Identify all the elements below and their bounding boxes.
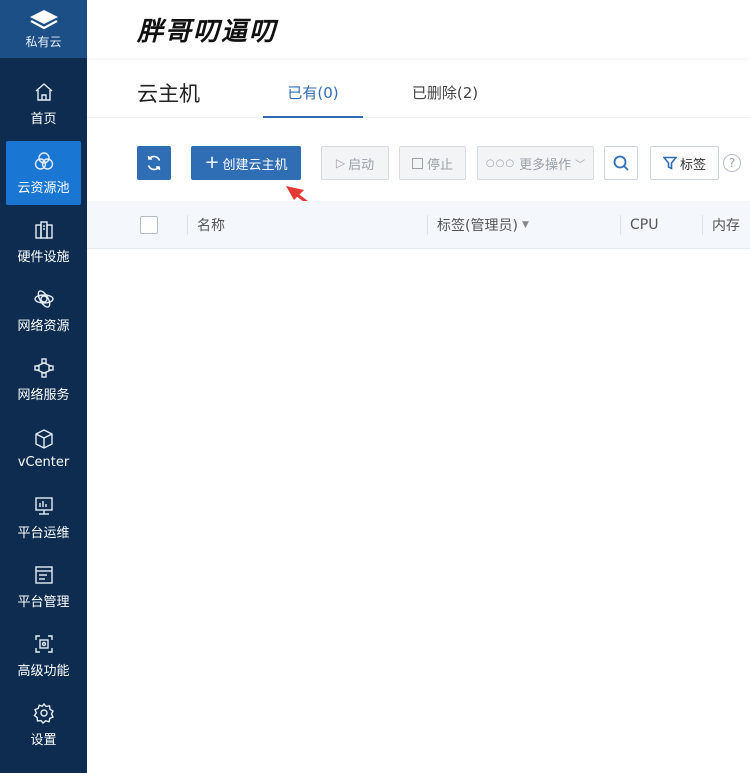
sidebar-nav: 首页 云资源池 硬件设施 网络资源 网络服务 vCenter 平台运维 平台管理… bbox=[0, 58, 87, 757]
home-icon bbox=[35, 83, 52, 101]
resource-pool-icon bbox=[34, 152, 53, 170]
ellipsis-icon: ○○○ bbox=[485, 157, 516, 169]
refresh-icon bbox=[147, 155, 161, 171]
start-label: 启动 bbox=[348, 157, 375, 173]
sidebar-item-label: vCenter bbox=[17, 455, 70, 470]
sidebar-item-label: 网络资源 bbox=[17, 319, 70, 334]
column-tags[interactable]: 标签(管理员) ▼ bbox=[437, 201, 529, 249]
tab-deleted[interactable]: 已删除(2) bbox=[405, 82, 485, 118]
table-header: 名称 标签(管理员) ▼ CPU 内存 bbox=[87, 201, 750, 249]
select-all-checkbox[interactable] bbox=[140, 216, 158, 234]
tag-filter-button[interactable]: 标签 bbox=[650, 146, 719, 180]
search-icon bbox=[613, 155, 629, 171]
sidebar-item-label: 平台管理 bbox=[17, 595, 70, 610]
sidebar-item-network-service[interactable]: 网络服务 bbox=[6, 348, 81, 412]
cube-icon bbox=[34, 429, 53, 449]
plus-icon: + bbox=[204, 152, 220, 173]
brand[interactable]: 私有云 bbox=[0, 0, 87, 58]
create-vm-label: 创建云主机 bbox=[222, 157, 288, 173]
start-button[interactable]: ▷ 启动 bbox=[321, 146, 389, 180]
column-cpu[interactable]: CPU bbox=[630, 201, 658, 249]
column-divider bbox=[187, 215, 188, 235]
tag-filter-label: 标签 bbox=[679, 157, 706, 173]
column-name-label: 名称 bbox=[197, 218, 225, 234]
sidebar-item-label: 设置 bbox=[30, 733, 57, 748]
sidebar-item-resource-pool[interactable]: 云资源池 bbox=[6, 141, 81, 205]
filter-icon bbox=[662, 156, 677, 170]
layers-logo-icon bbox=[29, 9, 58, 29]
sidebar-item-label: 平台运维 bbox=[17, 526, 70, 541]
help-icon[interactable]: ? bbox=[723, 154, 741, 172]
window-icon bbox=[34, 566, 53, 584]
chevron-down-icon: ﹀ bbox=[575, 159, 586, 171]
monitor-icon bbox=[34, 497, 53, 515]
sidebar-item-label: 网络服务 bbox=[17, 388, 70, 403]
refresh-button[interactable] bbox=[137, 146, 171, 180]
sidebar-item-home[interactable]: 首页 bbox=[6, 72, 81, 136]
sidebar-item-label: 高级功能 bbox=[17, 664, 70, 679]
sidebar-item-network-resource[interactable]: 网络资源 bbox=[6, 279, 81, 343]
page-title: 云主机 bbox=[137, 82, 200, 106]
sidebar-item-platform-admin[interactable]: 平台管理 bbox=[6, 555, 81, 619]
brand-label: 私有云 bbox=[25, 34, 62, 49]
sidebar-item-label: 云资源池 bbox=[17, 181, 70, 196]
sidebar-item-settings[interactable]: 设置 bbox=[6, 693, 81, 757]
search-button[interactable] bbox=[604, 146, 638, 180]
gear-icon bbox=[33, 702, 54, 724]
page-header: 云主机 已有(0) 已删除(2) bbox=[87, 60, 750, 118]
tab-existing[interactable]: 已有(0) bbox=[263, 82, 363, 118]
column-cpu-label: CPU bbox=[630, 217, 659, 233]
sidebar-item-label: 首页 bbox=[30, 112, 57, 127]
column-name[interactable]: 名称 bbox=[197, 201, 225, 249]
network-service-icon bbox=[33, 358, 54, 378]
sidebar-item-hardware[interactable]: 硬件设施 bbox=[6, 210, 81, 274]
sidebar: 私有云 首页 云资源池 硬件设施 网络资源 网络服务 vCenter 平台运维 … bbox=[0, 0, 87, 773]
sidebar-item-advanced[interactable]: 高级功能 bbox=[6, 624, 81, 688]
stop-label: 停止 bbox=[426, 157, 453, 173]
app-root: 私有云 首页 云资源池 硬件设施 网络资源 网络服务 vCenter 平台运维 … bbox=[0, 0, 750, 773]
sidebar-item-label: 硬件设施 bbox=[17, 250, 70, 265]
sidebar-item-ops[interactable]: 平台运维 bbox=[6, 486, 81, 550]
advanced-icon bbox=[34, 635, 53, 653]
column-memory[interactable]: 内存 bbox=[712, 201, 740, 249]
column-memory-label: 内存 bbox=[712, 218, 740, 234]
column-tags-label: 标签(管理员) bbox=[437, 218, 518, 234]
sidebar-item-vcenter[interactable]: vCenter bbox=[6, 417, 81, 481]
network-resource-icon bbox=[33, 290, 54, 308]
play-icon: ▷ bbox=[335, 156, 346, 170]
site-title: 胖哥叨逼叨 bbox=[137, 17, 278, 47]
hardware-icon bbox=[34, 221, 53, 239]
create-vm-button[interactable]: + 创建云主机 bbox=[191, 146, 301, 180]
column-divider bbox=[620, 215, 621, 235]
top-header: 胖哥叨逼叨 bbox=[87, 0, 750, 58]
more-actions-label: 更多操作 bbox=[519, 157, 572, 173]
stop-button[interactable]: 停止 bbox=[399, 146, 466, 180]
more-actions-button[interactable]: ○○○ 更多操作 ﹀ bbox=[477, 146, 594, 180]
column-divider bbox=[702, 215, 703, 235]
stop-icon bbox=[411, 157, 423, 169]
column-divider bbox=[427, 215, 428, 235]
caret-down-icon[interactable]: ▼ bbox=[522, 220, 529, 230]
